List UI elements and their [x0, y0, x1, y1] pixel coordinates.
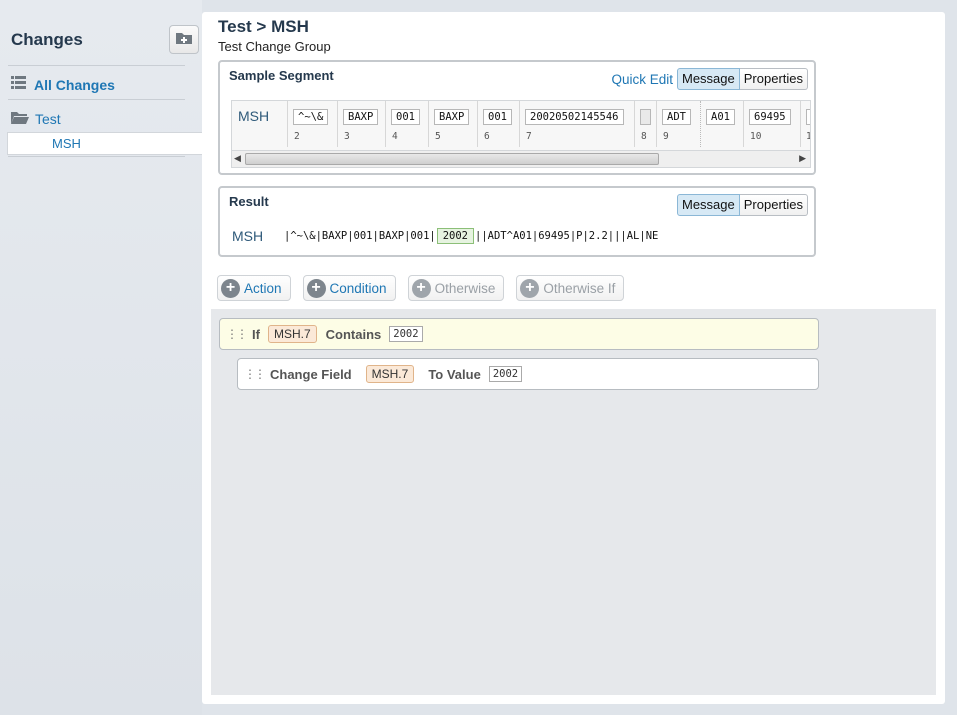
- plus-circle-icon: +: [520, 278, 540, 298]
- plus-circle-icon: +: [306, 278, 326, 298]
- horizontal-scrollbar[interactable]: ◀ ▶: [232, 150, 810, 167]
- view-toggle: Quick Edit Message Properties: [611, 68, 808, 90]
- field-number: 3: [344, 131, 350, 142]
- field-number: 10: [750, 131, 762, 142]
- scrollbar-thumb[interactable]: [245, 153, 659, 165]
- button-label: Otherwise If: [543, 280, 616, 296]
- folder-open-icon: [11, 110, 29, 127]
- field-number: 7: [526, 131, 532, 142]
- add-otherwise-button[interactable]: + Otherwise: [407, 275, 505, 301]
- panel-title: Sample Segment: [229, 68, 334, 83]
- field-value[interactable]: BAXP: [434, 109, 470, 125]
- button-label: Action: [244, 280, 282, 296]
- add-condition-button[interactable]: + Condition: [302, 275, 396, 301]
- field-number: 8: [641, 131, 647, 142]
- operator-label[interactable]: Contains: [326, 327, 382, 342]
- rules-area: ⋮⋮ If MSH.7 Contains 2002 ⋮⋮ Change Fiel…: [211, 309, 936, 695]
- field-value[interactable]: 20020502145546: [525, 109, 624, 125]
- condition-value[interactable]: 2002: [389, 326, 423, 342]
- field-cell: BAXP 3: [337, 101, 379, 147]
- field-cell: 1: [800, 101, 810, 147]
- field-value[interactable]: [806, 109, 810, 125]
- add-otherwise-if-button[interactable]: + Otherwise If: [516, 275, 625, 301]
- properties-toggle-button[interactable]: Properties: [739, 194, 808, 216]
- result-message: |^~\&|BAXP|001|BAXP|001| 2002 ||ADT^A01|…: [284, 228, 658, 244]
- field-chip[interactable]: MSH.7: [365, 365, 415, 383]
- segment-name: MSH: [232, 228, 264, 244]
- field-cell: 20020502145546 7: [519, 101, 624, 147]
- scroll-left-icon[interactable]: ◀: [234, 153, 241, 164]
- sidebar-item-all-changes[interactable]: All Changes: [11, 76, 115, 93]
- field-value[interactable]: BAXP: [343, 109, 379, 125]
- divider: [8, 99, 185, 100]
- field-number: 1: [806, 131, 810, 142]
- button-label: Otherwise: [434, 280, 496, 296]
- field-number: 4: [392, 131, 398, 142]
- field-cell: BAXP 5: [428, 101, 470, 147]
- field-value[interactable]: ADT: [662, 109, 691, 125]
- plus-circle-icon: +: [221, 278, 240, 298]
- field-value[interactable]: 69495: [749, 109, 791, 125]
- properties-toggle-button[interactable]: Properties: [739, 68, 808, 90]
- folder-plus-icon: [175, 30, 193, 49]
- list-grid-icon: [11, 76, 26, 93]
- result-panel: Result Message Properties MSH |^~\&|BAXP…: [218, 186, 816, 257]
- change-value[interactable]: 2002: [488, 366, 523, 382]
- segment-name: MSH: [238, 108, 270, 124]
- sidebar-title: Changes: [11, 30, 83, 49]
- sample-segment-panel: Sample Segment Quick Edit Message Proper…: [218, 60, 816, 175]
- drag-handle-icon[interactable]: ⋮⋮: [226, 327, 248, 341]
- change-field-keyword: Change Field: [270, 366, 352, 382]
- result-text: |^~\&|BAXP|001|BAXP|001|: [284, 230, 436, 242]
- field-value[interactable]: [640, 109, 651, 125]
- message-toggle-button[interactable]: Message: [677, 194, 740, 216]
- changed-value-highlight: 2002: [436, 228, 475, 244]
- divider: [8, 156, 185, 157]
- field-value[interactable]: 001: [483, 109, 512, 125]
- scroll-right-icon[interactable]: ▶: [799, 153, 806, 164]
- sidebar-folder-test[interactable]: Test: [11, 110, 61, 127]
- plus-circle-icon: +: [411, 278, 431, 298]
- sidebar-folder-label: Test: [35, 110, 61, 127]
- if-condition-rule[interactable]: ⋮⋮ If MSH.7 Contains 2002: [219, 318, 819, 350]
- field-cell: ^~\& 2: [287, 101, 329, 147]
- breadcrumb: Test > MSH: [218, 17, 309, 36]
- rule-actions-toolbar: + Action + Condition + Otherwise + Other…: [217, 275, 625, 301]
- field-value[interactable]: A01: [706, 109, 735, 125]
- field-chip[interactable]: MSH.7: [267, 325, 317, 343]
- field-number: 9: [663, 131, 669, 142]
- button-label: Condition: [329, 280, 387, 296]
- field-value[interactable]: 001: [391, 109, 420, 125]
- main-panel: Test > MSH Test Change Group Sample Segm…: [202, 12, 945, 704]
- change-field-rule[interactable]: ⋮⋮ Change Field MSH.7 To Value 2002: [237, 358, 819, 390]
- sidebar-item-label: All Changes: [34, 76, 115, 93]
- field-cell: 8: [634, 101, 651, 147]
- add-action-button[interactable]: + Action: [217, 275, 291, 301]
- field-value[interactable]: ^~\&: [293, 109, 329, 125]
- if-keyword: If: [252, 326, 260, 342]
- field-number: 5: [435, 131, 441, 142]
- drag-handle-icon[interactable]: ⋮⋮: [244, 367, 266, 381]
- to-value-keyword: To Value: [428, 366, 481, 382]
- field-number: 6: [484, 131, 490, 142]
- component-cell: A01: [700, 101, 735, 147]
- result-text: ||ADT^A01|69495|P|2.2|||AL|NE: [475, 230, 659, 242]
- divider: [8, 65, 185, 66]
- sidebar: Changes All Changes Test MSH: [0, 0, 202, 715]
- page-subtitle: Test Change Group: [218, 39, 331, 54]
- panel-title: Result: [229, 194, 269, 209]
- message-toggle-button[interactable]: Message: [677, 68, 740, 90]
- field-cell: 001 4: [385, 101, 420, 147]
- field-cell: 69495 10: [743, 101, 791, 147]
- field-cell: ADT 9: [656, 101, 691, 147]
- field-cell: 001 6: [477, 101, 512, 147]
- sidebar-item-msh[interactable]: MSH: [7, 132, 202, 155]
- add-folder-button[interactable]: [169, 25, 199, 54]
- quick-edit-link[interactable]: Quick Edit: [611, 72, 673, 87]
- field-number: 2: [294, 131, 300, 142]
- view-toggle: Message Properties: [677, 194, 808, 216]
- segment-fields-strip: MSH ^~\& 2 BAXP 3 001 4 BAXP 5 001 6 200…: [231, 100, 811, 168]
